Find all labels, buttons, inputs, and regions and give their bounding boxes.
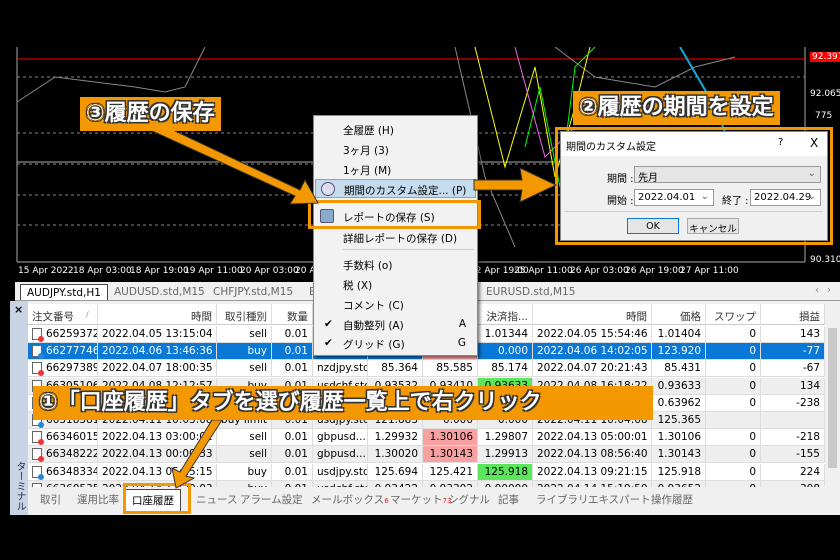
arrow-step2 [473,167,558,203]
step2-annotation: ②履歴の期間を設定 [573,91,780,125]
step3-annotation: ③履歴の保存 [80,97,221,131]
annotation-arrows [148,123,558,489]
arrow-step1 [171,419,223,489]
arrow-step3 [148,123,319,205]
step1-annotation: ①「口座履歴」タブを選び履歴一覧上で右クリック [33,386,653,420]
